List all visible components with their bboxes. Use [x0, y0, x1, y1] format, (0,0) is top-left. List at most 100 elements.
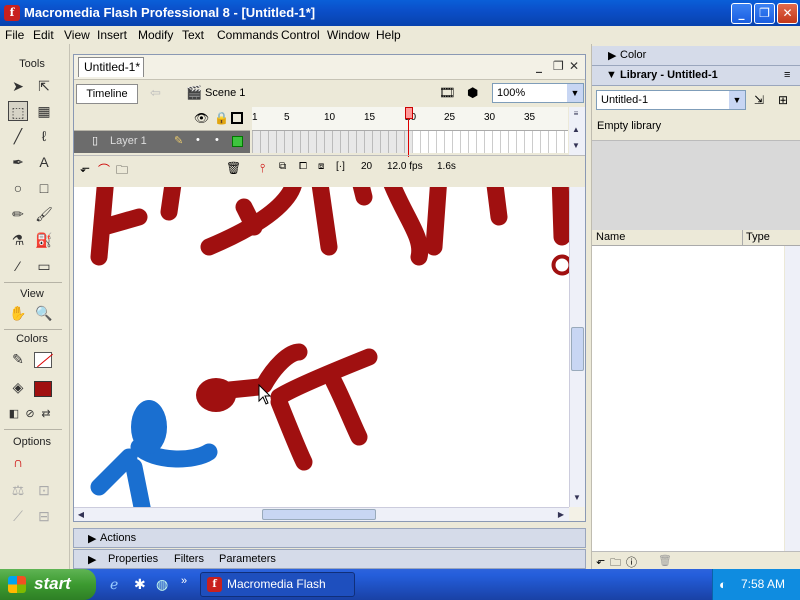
playhead[interactable] [405, 107, 413, 157]
lock-icon[interactable]: 🔒 [214, 111, 229, 125]
menu-insert[interactable]: Insert [97, 28, 127, 42]
menu-help[interactable]: Help [376, 28, 401, 42]
doc-close-icon[interactable]: ✕ [569, 59, 579, 73]
selection-tool-icon[interactable]: ➤ [8, 76, 28, 96]
text-tool-icon[interactable]: A [34, 152, 54, 172]
zoom-select[interactable]: 100% ▼ [492, 83, 584, 103]
frame-grid[interactable]: 1 5 10 15 20 25 30 35 [252, 107, 568, 157]
volume-icon[interactable]: ◐ [719, 569, 727, 600]
layer-name[interactable]: Layer 1 [110, 135, 147, 147]
doc-restore-icon[interactable]: ❐ [553, 59, 564, 73]
menu-text[interactable]: Text [182, 28, 204, 42]
eyedropper-tool-icon[interactable]: ⁄ [8, 256, 28, 276]
frame-rate[interactable]: 12.0 fps [387, 161, 423, 172]
actions-panel-title[interactable]: Actions [100, 532, 136, 544]
restore-button[interactable]: ❐ [754, 3, 775, 24]
scroll-right-icon[interactable]: ▶ [554, 508, 568, 522]
onion-outline-icon[interactable]: ⧠ [299, 161, 307, 172]
eye-icon[interactable]: 👁 [194, 111, 209, 125]
menu-icon[interactable]: ≡ [569, 107, 583, 121]
doc-minimize-icon[interactable]: _ [536, 59, 542, 73]
free-transform-tool-icon[interactable]: ⬚ [8, 101, 28, 121]
add-layer-icon[interactable]: ⬐ [80, 161, 90, 175]
start-button[interactable]: start [0, 569, 96, 600]
swap-colors-icon[interactable]: ⇄ [36, 404, 56, 424]
hand-tool-icon[interactable]: ✋ [8, 303, 28, 323]
document-tab[interactable]: Untitled-1* [78, 57, 144, 77]
snap-magnet-icon[interactable]: ∩ [8, 452, 28, 472]
menu-edit[interactable]: Edit [33, 28, 54, 42]
menu-file[interactable]: File [5, 28, 24, 42]
visibility-dot-icon[interactable]: • [196, 134, 200, 146]
edit-scene-icon[interactable]: 🎞 [439, 85, 456, 101]
color-panel-title[interactable]: Color [620, 49, 646, 61]
internet-explorer-icon[interactable]: ℯ [110, 576, 118, 593]
actions-panel-bar[interactable]: ▶ Actions [73, 528, 586, 548]
zoom-tool-icon[interactable]: 🔍 [34, 303, 54, 323]
rectangle-tool-icon[interactable]: □ [34, 178, 54, 198]
onion-skin-icon[interactable]: ⧉ [279, 161, 286, 172]
layer-row[interactable]: ▯ Layer 1 ✎ • • [74, 131, 250, 153]
new-symbol-icon[interactable]: ⬐ [596, 554, 605, 567]
fill-color-swatch[interactable] [34, 381, 52, 397]
scroll-up-icon[interactable]: ▲ [569, 123, 583, 137]
brush-tool-icon[interactable]: 🖌 [34, 204, 54, 224]
menu-modify[interactable]: Modify [138, 28, 173, 42]
menu-view[interactable]: View [64, 28, 90, 42]
edit-multiple-frames-icon[interactable]: ⧈ [318, 161, 324, 172]
stroke-color-swatch[interactable] [34, 352, 53, 368]
color-panel-bar[interactable]: ▶ Color [592, 46, 800, 66]
menu-window[interactable]: Window [327, 28, 370, 42]
menu-control[interactable]: Control [281, 28, 320, 42]
close-button[interactable]: ✕ [777, 3, 798, 24]
stage[interactable] [74, 187, 569, 507]
show-desktop-icon[interactable]: ◍ [156, 576, 168, 593]
chevron-down-icon[interactable]: ▼ [729, 91, 745, 109]
collapse-arrow-icon[interactable]: ▼ [606, 69, 617, 81]
stage-vertical-scrollbar[interactable]: ▼ [569, 187, 585, 507]
oval-tool-icon[interactable]: ○ [8, 178, 28, 198]
delete-layer-icon[interactable]: 🗑 [226, 161, 241, 175]
library-panel-title[interactable]: Library - Untitled-1 [620, 69, 718, 81]
chevron-down-icon[interactable]: ▼ [567, 84, 583, 102]
quicklaunch-more-icon[interactable]: » [181, 575, 187, 587]
line-tool-icon[interactable]: ╱ [8, 126, 28, 146]
outline-color-swatch[interactable] [232, 136, 243, 147]
tab-properties[interactable]: Properties [108, 553, 158, 565]
timeline-scrollbar[interactable]: ≡ ▲ ▼ [569, 107, 585, 155]
center-frame-icon[interactable]: ⫯ [260, 161, 265, 176]
expand-arrow-icon[interactable]: ▶ [608, 49, 616, 62]
tab-parameters[interactable]: Parameters [219, 553, 276, 565]
column-name[interactable]: Name [596, 231, 625, 243]
onion-markers-icon[interactable]: [·] [336, 161, 345, 172]
edit-symbols-icon[interactable]: ⬢ [467, 85, 478, 101]
subselection-tool-icon[interactable]: ⇱ [34, 76, 54, 96]
keyframes[interactable] [252, 131, 412, 153]
minimize-button[interactable]: _ [731, 3, 752, 24]
scroll-down-icon[interactable]: ▼ [569, 139, 583, 153]
properties-icon[interactable]: ⓘ [626, 554, 637, 570]
add-motion-guide-icon[interactable]: ⌒ [98, 161, 110, 178]
scroll-left-icon[interactable]: ◀ [74, 508, 88, 522]
vertical-scroll-thumb[interactable] [571, 327, 584, 371]
outline-icon[interactable] [231, 112, 243, 124]
lasso-tool-icon[interactable]: ℓ [34, 126, 54, 146]
pin-library-icon[interactable]: ⇲ [754, 93, 764, 107]
column-type[interactable]: Type [746, 231, 770, 243]
clock[interactable]: 7:58 AM [741, 577, 785, 591]
gradient-transform-tool-icon[interactable]: ▦ [34, 101, 54, 121]
library-document-select[interactable]: Untitled-1 ▼ [596, 90, 746, 110]
library-scrollbar[interactable] [785, 246, 800, 551]
new-library-icon[interactable]: ⊞ [778, 93, 788, 107]
add-folder-icon[interactable]: 🗀 [116, 161, 128, 182]
panel-menu-icon[interactable]: ≡ [784, 69, 790, 81]
delete-icon[interactable]: 🗑 [658, 554, 672, 567]
scroll-down-icon[interactable]: ▼ [570, 491, 584, 505]
library-list[interactable] [592, 246, 784, 551]
library-panel-bar[interactable]: ▼ Library - Untitled-1 ≡ [592, 66, 800, 86]
pen-tool-icon[interactable]: ✒ [8, 152, 28, 172]
taskbar-item-flash[interactable]: f Macromedia Flash Pro... [200, 572, 355, 597]
pencil-tool-icon[interactable]: ✏ [8, 204, 28, 224]
media-player-icon[interactable]: ✱ [134, 576, 146, 593]
expand-arrow-icon[interactable]: ▶ [88, 553, 96, 566]
